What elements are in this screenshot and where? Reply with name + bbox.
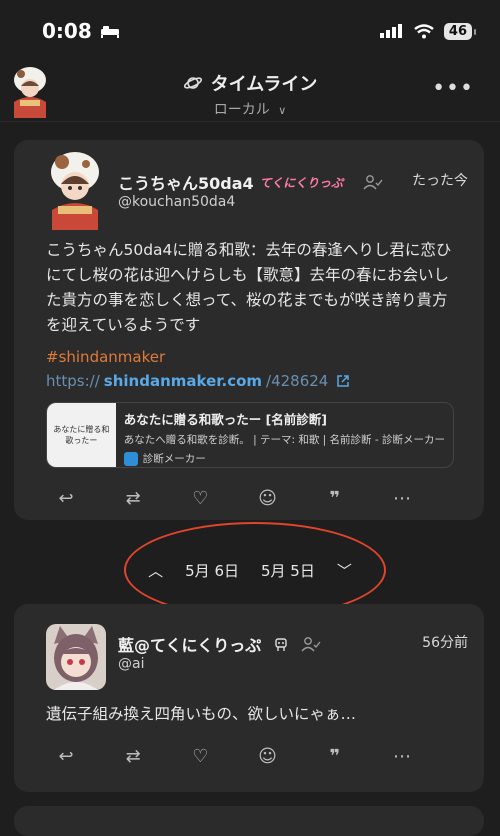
quote-icon[interactable]: ❞ <box>323 744 347 768</box>
page-title: タイムライン <box>210 74 318 95</box>
hashtag-link[interactable]: #shindanmaker <box>46 348 165 366</box>
note-text: 遺伝子組み換え四角いもの、欲しいにゃぁ… <box>46 705 357 723</box>
external-link[interactable]: https://shindanmaker.com/428624 <box>46 372 350 390</box>
timeline-type: ローカル <box>213 102 270 118</box>
name-decoration: てくにくりっぷ <box>259 175 344 190</box>
more-icon[interactable]: ⋯ <box>390 486 414 510</box>
note-card[interactable]: 藍@てくにくりっぷ @ai 56分前 遺伝子組み換え四角いもの、欲しいにゃぁ… … <box>14 604 484 792</box>
reply-icon[interactable]: ↩ <box>54 486 78 510</box>
reaction-icon[interactable]: ☺ <box>256 744 280 768</box>
avatar[interactable] <box>42 146 108 230</box>
note-card[interactable]: こうちゃん50da4 てくにくりっぷ @kouchan50da4 たった今 こう… <box>14 140 484 520</box>
preview-description: あなたへ贈る和歌を診断。 | テーマ: 和歌 | 名前診断 - 診断メーカー <box>123 434 445 446</box>
note-actions: ↩ ⇄ ♡ ☺ ❞ ⋯ <box>54 744 414 768</box>
note-card-partial[interactable] <box>14 806 484 836</box>
reply-icon[interactable]: ↩ <box>54 744 78 768</box>
display-name[interactable]: 藍@てくにくりっぷ <box>118 632 261 656</box>
renote-icon[interactable]: ⇄ <box>121 486 145 510</box>
battery-indicator: 46 <box>443 22 477 40</box>
quote-icon[interactable]: ❞ <box>323 486 347 510</box>
external-link-icon <box>337 375 350 387</box>
following-icon <box>301 637 321 652</box>
preview-title: あなたに贈る和歌ったー [名前診断] <box>123 412 328 427</box>
post-time[interactable]: 56分前 <box>422 632 468 652</box>
renote-icon[interactable]: ⇄ <box>121 744 145 768</box>
signal-icon <box>379 24 402 38</box>
wifi-icon <box>414 23 434 38</box>
user-handle: @ai <box>118 656 145 672</box>
bed-icon <box>100 26 119 38</box>
post-time[interactable]: たった今 <box>412 170 468 190</box>
following-icon <box>363 175 383 190</box>
timeline-header: タイムライン ローカル ∨ ••• <box>0 62 500 122</box>
preview-site-name: 診断メーカー <box>142 453 206 465</box>
status-time: 0:08 <box>42 19 92 43</box>
link-preview-card[interactable]: あなたに贈る和歌ったー あなたに贈る和歌ったー [名前診断] あなたへ贈る和歌を… <box>46 402 454 468</box>
planet-icon <box>183 77 202 89</box>
display-name[interactable]: こうちゃん50da4 <box>118 170 254 194</box>
avatar[interactable] <box>46 624 106 690</box>
user-handle: @kouchan50da4 <box>118 194 236 210</box>
status-bar: 0:08 46 <box>0 0 500 62</box>
chevron-down-icon: ∨ <box>278 104 287 117</box>
timeline-selector[interactable]: タイムライン ローカル ∨ <box>0 70 500 119</box>
note-actions: ↩ ⇄ ♡ ☺ ❞ ⋯ <box>54 486 414 510</box>
reaction-icon[interactable]: ☺ <box>256 486 280 510</box>
bot-icon <box>275 638 287 651</box>
heart-icon[interactable]: ♡ <box>188 486 212 510</box>
more-menu-icon[interactable]: ••• <box>432 76 474 101</box>
heart-icon[interactable]: ♡ <box>188 744 212 768</box>
preview-thumbnail: あなたに贈る和歌ったー <box>47 403 116 467</box>
more-icon[interactable]: ⋯ <box>390 744 414 768</box>
note-text: こうちゃん50da4に贈る和歌：去年の春逢へりし君に恋ひにてし桜の花は迎へけらし… <box>46 241 452 334</box>
site-favicon-icon <box>123 451 138 466</box>
